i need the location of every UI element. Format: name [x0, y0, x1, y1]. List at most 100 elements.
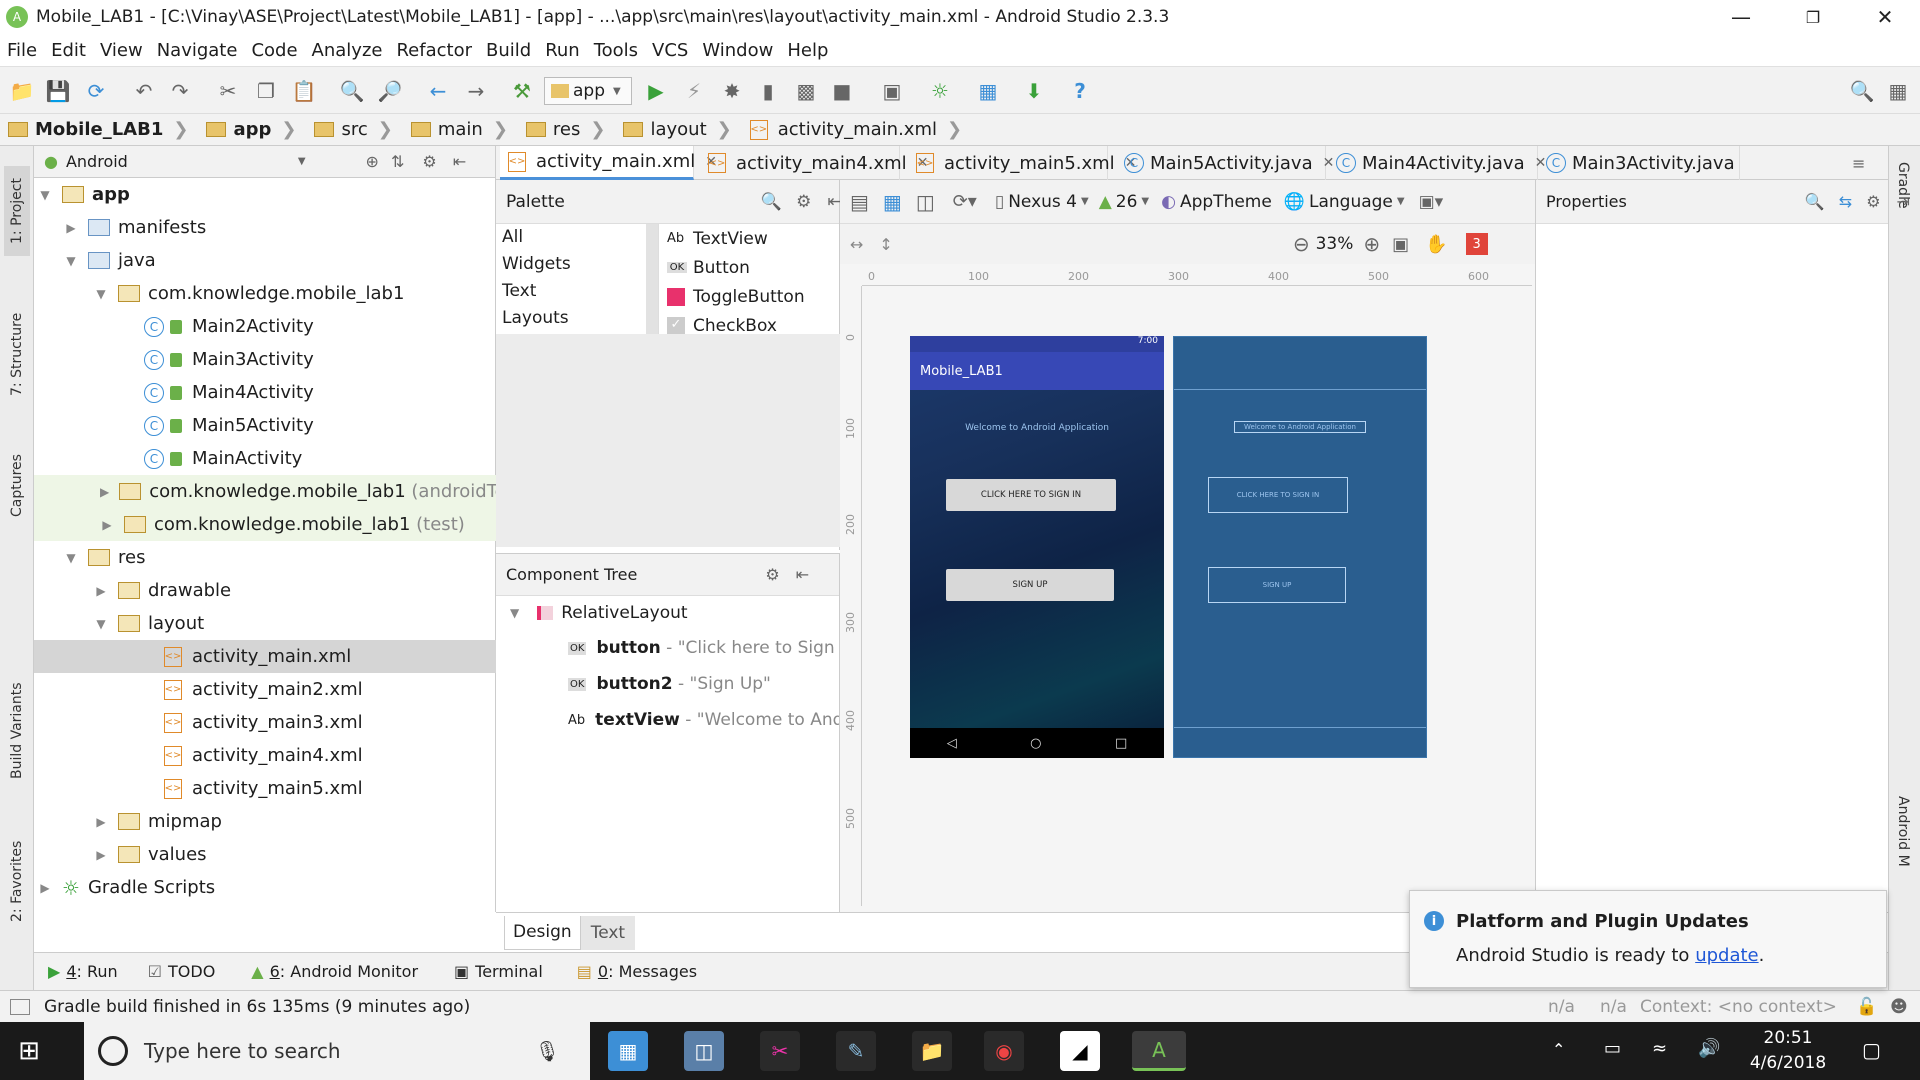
paint-icon[interactable]: ✎: [836, 1031, 876, 1071]
menu-tools[interactable]: Tools: [587, 40, 645, 61]
orientation-icon[interactable]: ⟳▾: [953, 191, 977, 212]
phone-sign-in-button[interactable]: CLICK HERE TO SIGN IN: [946, 479, 1116, 511]
tab-main4activity[interactable]: C Main4Activity.java ✕: [1328, 146, 1546, 180]
tree-item-relativelayout[interactable]: ▼ RelativeLayout: [496, 596, 839, 630]
avd-manager-icon[interactable]: ▣: [878, 77, 906, 105]
tab-build-variants[interactable]: Build Variants: [4, 666, 30, 796]
wifi-icon[interactable]: ≈: [1652, 1038, 1667, 1059]
palette-widget-togglebutton[interactable]: ToggleButton: [659, 282, 840, 311]
sync-gradle-icon[interactable]: ☼: [926, 77, 954, 105]
tree-item-layout-file[interactable]: <> activity_main2.xml: [34, 673, 496, 706]
blueprint-preview[interactable]: Welcome to Android Application CLICK HER…: [1173, 336, 1427, 758]
redo-icon[interactable]: ↷: [166, 77, 194, 105]
gear-icon[interactable]: ⚙: [765, 565, 779, 584]
search-icon[interactable]: 🔍: [761, 192, 782, 212]
tree-item-button2[interactable]: OK button2 - "Sign Up": [496, 666, 839, 702]
swap-view-icon[interactable]: ⇆: [1839, 192, 1852, 211]
zoom-in-icon[interactable]: ⊕: [1363, 232, 1380, 256]
search-icon[interactable]: 🔍: [1805, 192, 1825, 211]
expand-horizontal-icon[interactable]: ↔: [850, 235, 863, 254]
tool-todo[interactable]: ☑ TODO: [148, 962, 216, 981]
theme-select[interactable]: AppTheme: [1180, 192, 1272, 212]
windows-start-icon[interactable]: ⊞: [14, 1036, 44, 1066]
menu-help[interactable]: Help: [780, 40, 835, 61]
breadcrumb-item[interactable]: Mobile_LAB1 ❯: [0, 114, 198, 146]
open-folder-icon[interactable]: 📁: [8, 77, 36, 105]
tree-item-drawable[interactable]: ▶ drawable: [34, 574, 496, 607]
tool-messages[interactable]: ▤ 0: Messages: [577, 962, 697, 981]
layout-variants-icon[interactable]: ▣▾: [1419, 192, 1444, 212]
design-surface-icon[interactable]: ▤: [850, 190, 869, 214]
find-icon[interactable]: 🔍: [338, 77, 366, 105]
tree-item-package[interactable]: ▼ com.knowledge.mobile_lab1: [34, 277, 496, 310]
tree-item-class[interactable]: C MainActivity: [34, 442, 496, 475]
collapse-all-icon[interactable]: ⇅: [391, 152, 404, 171]
project-structure-icon[interactable]: ▦: [974, 77, 1002, 105]
profile-icon[interactable]: ▮: [754, 77, 782, 105]
menu-vcs[interactable]: VCS: [645, 40, 695, 61]
show-hidden-icons-icon[interactable]: ⌃: [1552, 1040, 1565, 1059]
breadcrumb-item[interactable]: main ❯: [403, 114, 518, 146]
api-select[interactable]: 26: [1116, 192, 1138, 212]
sync-icon[interactable]: ⟳: [82, 77, 110, 105]
tool-android-monitor[interactable]: ▲ 6: Android Monitor: [251, 962, 418, 981]
palette-category[interactable]: Text: [496, 278, 646, 305]
hide-panel-icon[interactable]: ⇤: [453, 152, 466, 171]
tree-item-gradle-scripts[interactable]: ▶ ☼ Gradle Scripts: [34, 871, 496, 904]
tab-android-model[interactable]: Android M: [1895, 796, 1911, 867]
menu-refactor[interactable]: Refactor: [389, 40, 479, 61]
gear-icon[interactable]: ⚙: [796, 192, 811, 212]
action-center-icon[interactable]: ▢: [1862, 1038, 1881, 1062]
android-studio-taskbar-icon[interactable]: A: [1132, 1031, 1186, 1071]
stop-icon[interactable]: ■: [828, 77, 856, 105]
error-badge[interactable]: 3: [1465, 233, 1488, 255]
tree-item-java[interactable]: ▼ java: [34, 244, 496, 277]
phone-welcome-text[interactable]: Welcome to Android Application: [910, 423, 1164, 433]
tree-item-class[interactable]: C Main3Activity: [34, 343, 496, 376]
cut-icon[interactable]: ✂: [214, 77, 242, 105]
split-view-icon[interactable]: ◫: [916, 190, 935, 214]
hide-panel-icon[interactable]: ⇤: [796, 565, 809, 584]
menu-view[interactable]: View: [93, 40, 150, 61]
file-explorer-icon[interactable]: 📁: [912, 1031, 952, 1071]
tab-activity-main4[interactable]: <> activity_main4.xml ✕: [700, 146, 928, 180]
replace-icon[interactable]: 🔎: [376, 77, 404, 105]
inspector-icon[interactable]: ☻: [1890, 997, 1908, 1017]
breadcrumb-item[interactable]: res ❯: [518, 114, 616, 146]
tree-item-layout-file[interactable]: <> activity_main3.xml: [34, 706, 496, 739]
run-config-select[interactable]: app ▼: [544, 77, 632, 105]
menu-window[interactable]: Window: [695, 40, 780, 61]
tab-main3activity[interactable]: C Main3Activity.java: [1538, 146, 1740, 180]
tool-terminal[interactable]: ▣ Terminal: [454, 962, 543, 981]
tab-activity-main5[interactable]: <> activity_main5.xml ✕: [908, 146, 1136, 180]
chrome-icon[interactable]: ◉: [984, 1031, 1024, 1071]
palette-widget-textview[interactable]: Ab TextView: [659, 224, 840, 253]
snipping-tool-icon[interactable]: ✂: [760, 1031, 800, 1071]
control-panel-icon[interactable]: ▦: [608, 1031, 648, 1071]
tab-project[interactable]: 1: Project: [4, 166, 30, 256]
attach-debugger-icon[interactable]: ▩: [792, 77, 820, 105]
tree-item-manifests[interactable]: ▶ manifests: [34, 211, 496, 244]
taskbar-search[interactable]: Type here to search 🎙: [84, 1022, 590, 1080]
tool-run[interactable]: ▶ 4: Run: [48, 962, 118, 981]
menu-build[interactable]: Build: [479, 40, 538, 61]
blueprint-sign-in-button[interactable]: CLICK HERE TO SIGN IN: [1208, 477, 1348, 513]
make-project-icon[interactable]: ⚒: [508, 77, 536, 105]
event-log-icon[interactable]: ▦: [1884, 77, 1912, 105]
tab-structure[interactable]: 7: Structure: [4, 294, 30, 414]
search-everywhere-icon[interactable]: 🔍: [1848, 77, 1876, 105]
tree-item-class[interactable]: C Main2Activity: [34, 310, 496, 343]
breadcrumb-item[interactable]: src ❯: [306, 114, 402, 146]
network-app-icon[interactable]: ◫: [684, 1031, 724, 1071]
menu-navigate[interactable]: Navigate: [150, 40, 245, 61]
tree-item-layout-file-selected[interactable]: <> activity_main.xml: [34, 640, 496, 673]
clock[interactable]: 20:51 4/6/2018: [1740, 1026, 1836, 1076]
tree-item-res[interactable]: ▼ res: [34, 541, 496, 574]
palette-category[interactable]: Layouts: [496, 305, 646, 332]
tree-item-button[interactable]: OK button - "Click here to Sign In: [496, 630, 839, 666]
zoom-out-icon[interactable]: ⊖: [1293, 232, 1310, 256]
hide-panel-icon[interactable]: ⇥: [1897, 192, 1910, 211]
battery-icon[interactable]: ▭: [1604, 1038, 1621, 1059]
breadcrumb-item[interactable]: app ❯: [198, 114, 306, 146]
tree-item-layout-file[interactable]: <> activity_main4.xml: [34, 739, 496, 772]
